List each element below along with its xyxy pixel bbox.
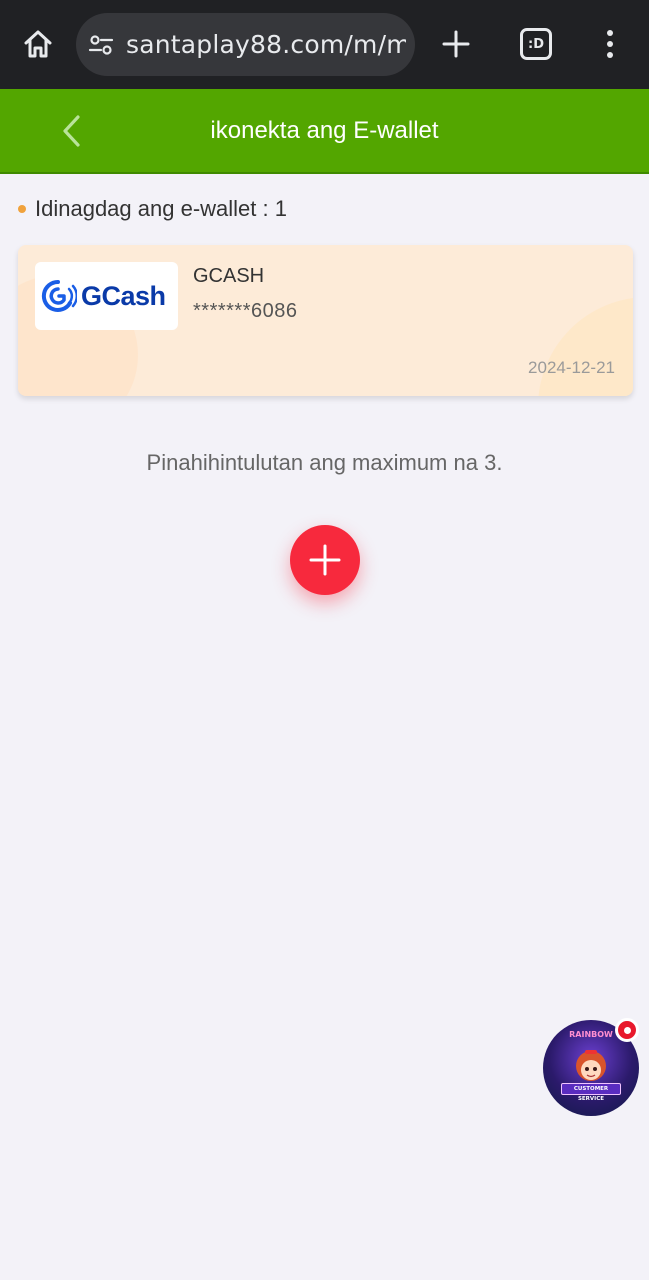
card-decoration xyxy=(538,297,633,396)
plus-icon xyxy=(309,544,341,576)
max-wallets-note: Pinahihintulutan ang maximum na 3. xyxy=(146,450,503,475)
wallet-count-label: Idinagdag ang e-wallet : 1 xyxy=(35,196,287,221)
tab-switcher-button[interactable]: :D xyxy=(520,28,552,60)
tune-icon[interactable] xyxy=(88,32,114,58)
gcash-logo: GCash xyxy=(35,262,178,330)
new-tab-button[interactable] xyxy=(438,26,474,62)
plus-icon xyxy=(442,30,470,58)
home-icon xyxy=(24,30,52,58)
bullet-dot xyxy=(18,205,26,213)
gcash-logo-icon xyxy=(41,279,77,312)
browser-toolbar: santaplay88.com/m/m :D xyxy=(0,0,649,89)
gcash-logo-text: GCash xyxy=(81,280,166,311)
address-bar[interactable]: santaplay88.com/m/m xyxy=(76,13,415,76)
home-button[interactable] xyxy=(18,24,58,64)
more-vert-icon[interactable] xyxy=(598,26,622,62)
wallet-count: Idinagdag ang e-wallet : 1 xyxy=(18,196,287,222)
wallet-date: 2024-12-21 xyxy=(528,358,615,377)
wallet-account-number: *******6086 xyxy=(193,300,298,322)
page-title: ikonekta ang E-wallet xyxy=(210,117,439,144)
wallet-name: GCASH xyxy=(193,265,265,287)
add-wallet-button[interactable] xyxy=(290,525,360,595)
wallet-card[interactable]: GCash GCASH *******6086 2024-12-21 xyxy=(18,245,633,396)
customer-service-label: CUSTOMER SERVICE xyxy=(561,1083,621,1102)
notification-badge xyxy=(615,1018,639,1042)
page-header: ikonekta ang E-wallet xyxy=(0,89,649,174)
url-text[interactable]: santaplay88.com/m/m xyxy=(126,30,406,59)
